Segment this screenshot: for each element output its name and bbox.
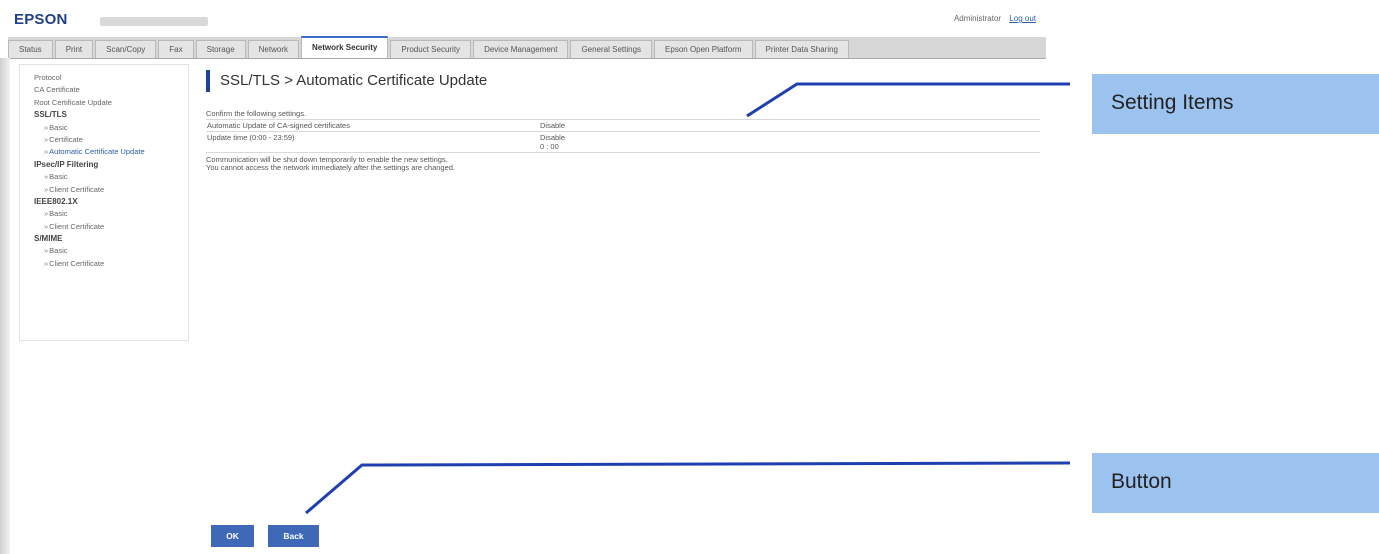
leader-line-button [305, 461, 1071, 515]
callout-button: Button [1092, 453, 1379, 513]
leader-line-setting-items [746, 82, 1070, 118]
callout-setting-items: Setting Items [1092, 74, 1379, 134]
